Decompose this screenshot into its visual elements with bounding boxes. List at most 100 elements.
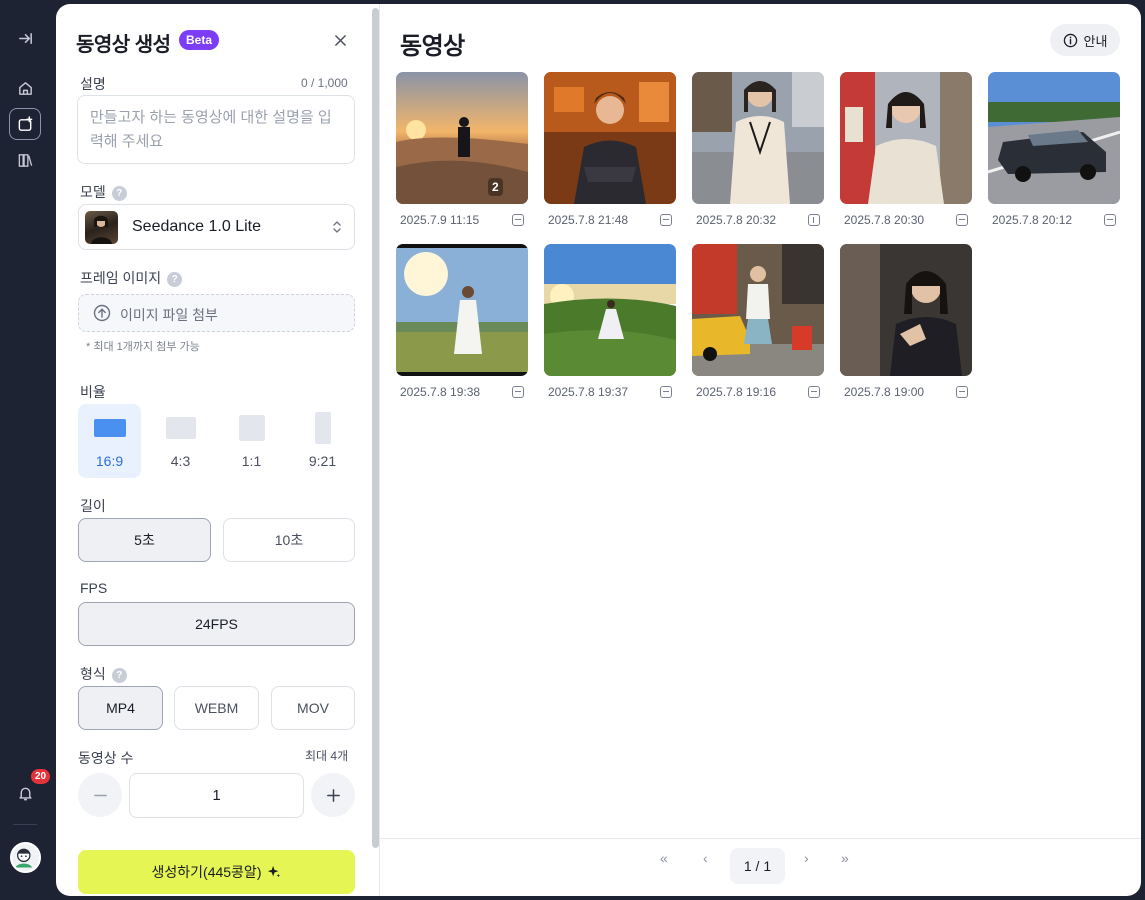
format-option-mp4[interactable]: MP4 — [78, 686, 163, 730]
home-icon[interactable] — [9, 72, 41, 104]
landscape-icon — [1104, 214, 1116, 226]
landscape-icon — [660, 386, 672, 398]
gallery-footer-divider — [380, 838, 1141, 839]
count-label: 동영상 수 — [78, 750, 134, 766]
video-date: 2025.7.8 20:32 — [696, 213, 777, 227]
create-icon[interactable] — [9, 108, 41, 140]
fps-label: FPS — [80, 580, 108, 596]
description-input[interactable]: 만들고자 하는 동영상에 대한 설명을 입력해 주세요 — [77, 95, 355, 164]
notification-badge: 20 — [31, 769, 51, 784]
description-label: 설명 — [80, 76, 106, 92]
ratio-16-9-shape — [94, 419, 126, 437]
video-date: 2025.7.8 21:48 — [548, 213, 629, 227]
previous-page-icon[interactable]: ‹ — [703, 850, 708, 866]
side-rail: 20 — [0, 0, 51, 900]
format-option-webm[interactable]: WEBM — [174, 686, 259, 730]
page-indicator: 1 / 1 — [730, 848, 785, 884]
video-date: 2025.7.9 11:15 — [400, 213, 480, 227]
model-thumbnail — [85, 211, 118, 244]
library-icon[interactable] — [9, 144, 41, 176]
increment-button[interactable] — [311, 773, 355, 817]
ratio-option-label: 16:9 — [95, 453, 124, 469]
ratio-9-21-shape — [315, 412, 331, 444]
video-thumbnail[interactable]: 2 — [396, 72, 528, 204]
video-thumbnail[interactable] — [840, 244, 972, 376]
video-thumbnail[interactable] — [544, 244, 676, 376]
landscape-icon — [512, 214, 524, 226]
info-label: 안내 — [1083, 33, 1108, 49]
upload-label: 이미지 파일 첨부 — [120, 307, 218, 323]
length-option-10s[interactable]: 10초 — [223, 518, 355, 562]
decrement-button[interactable] — [78, 773, 122, 817]
video-thumbnail[interactable] — [988, 72, 1120, 204]
landscape-icon — [956, 386, 968, 398]
multi-count-badge: 2 — [488, 178, 503, 196]
video-thumbnail[interactable] — [692, 72, 824, 204]
ratio-4-3-shape — [166, 417, 196, 439]
model-select[interactable]: Seedance 1.0 Lite — [78, 204, 355, 250]
count-input[interactable]: 1 — [129, 773, 304, 818]
video-gallery: 동영상 안내 2 2025.7.9 11:15 2025.7.8 21:48 2… — [380, 4, 1141, 896]
model-label-text: 모델 — [80, 184, 106, 200]
landscape-icon — [956, 214, 968, 226]
length-option-5s[interactable]: 5초 — [78, 518, 211, 562]
generate-label: 생성하기(445콩알) — [151, 864, 262, 880]
ratio-label: 비율 — [80, 384, 106, 400]
plus-icon — [326, 788, 340, 802]
model-label: 모델? — [80, 182, 127, 202]
sparkle-icon — [268, 865, 281, 878]
expand-sidebar-icon[interactable] — [9, 22, 41, 54]
description-counter: 0 / 1,000 — [301, 76, 348, 90]
rail-divider — [13, 824, 37, 825]
video-thumbnail[interactable] — [396, 244, 528, 376]
next-page-icon[interactable]: › — [804, 850, 809, 866]
minus-icon — [93, 794, 107, 796]
upload-note: * 최대 1개까지 첨부 가능 — [86, 341, 200, 353]
model-name: Seedance 1.0 Lite — [132, 218, 261, 235]
landscape-icon — [512, 386, 524, 398]
video-thumbnail[interactable] — [840, 72, 972, 204]
help-icon[interactable]: ? — [111, 186, 127, 201]
upload-icon — [93, 304, 111, 322]
ratio-option-label: 9:21 — [308, 453, 337, 469]
beta-badge: Beta — [179, 30, 220, 50]
video-date: 2025.7.8 20:30 — [844, 213, 925, 227]
format-label-text: 형식 — [80, 666, 106, 682]
frame-image-label-text: 프레임 이미지 — [80, 270, 162, 286]
last-page-icon[interactable]: » — [841, 850, 849, 866]
main-panel: 동영상 생성 Beta 설명 0 / 1,000 만들고자 하는 동영상에 대한… — [56, 4, 1141, 896]
info-button[interactable]: 안내 — [1050, 24, 1120, 56]
landscape-icon — [808, 386, 820, 398]
avatar[interactable] — [10, 842, 41, 873]
video-settings-panel: 동영상 생성 Beta 설명 0 / 1,000 만들고자 하는 동영상에 대한… — [56, 4, 379, 896]
chevron-updown-icon — [333, 221, 341, 233]
ratio-option-label: 1:1 — [241, 453, 262, 469]
ratio-option-9-21[interactable]: 9:21 — [291, 404, 354, 478]
close-icon[interactable] — [330, 30, 350, 50]
ratio-option-label: 4:3 — [170, 453, 191, 469]
count-max-note: 최대 4개 — [305, 749, 349, 763]
first-page-icon[interactable]: « — [660, 850, 668, 866]
fps-option-24[interactable]: 24FPS — [78, 602, 355, 646]
video-thumbnail[interactable] — [692, 244, 824, 376]
image-upload-button[interactable]: 이미지 파일 첨부 — [78, 294, 355, 332]
settings-scrollbar[interactable] — [372, 8, 379, 848]
format-option-mov[interactable]: MOV — [271, 686, 355, 730]
help-icon[interactable]: ? — [111, 668, 127, 683]
ratio-option-4-3[interactable]: 4:3 — [149, 404, 212, 478]
video-thumbnail[interactable] — [544, 72, 676, 204]
ratio-option-1-1[interactable]: 1:1 — [220, 404, 283, 478]
help-icon[interactable]: ? — [167, 272, 183, 287]
frame-image-label: 프레임 이미지? — [80, 268, 183, 288]
video-date: 2025.7.8 19:38 — [400, 385, 481, 399]
ratio-1-1-shape — [239, 415, 265, 441]
video-date: 2025.7.8 20:12 — [992, 213, 1073, 227]
portrait-icon — [808, 214, 820, 226]
video-date: 2025.7.8 19:16 — [696, 385, 777, 399]
landscape-icon — [660, 214, 672, 226]
settings-title: 동영상 생성 — [76, 34, 171, 56]
ratio-option-16-9[interactable]: 16:9 — [78, 404, 141, 478]
info-icon — [1063, 33, 1077, 47]
video-date: 2025.7.8 19:37 — [548, 385, 629, 399]
generate-button[interactable]: 생성하기(445콩알) — [78, 850, 355, 894]
